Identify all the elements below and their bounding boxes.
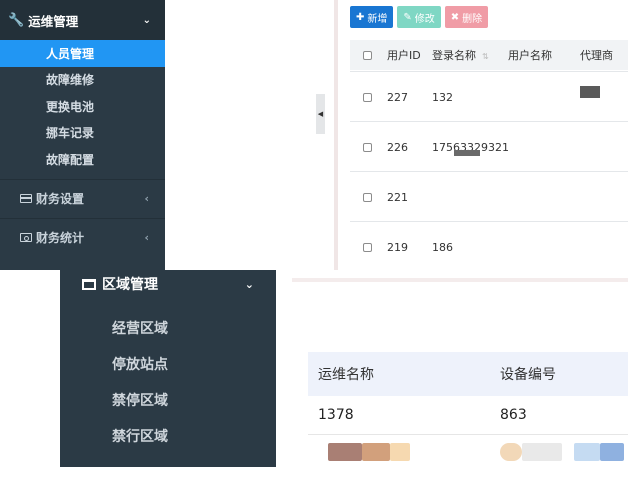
redacted-block	[600, 443, 624, 461]
sidebar-region: 区域管理 ⌄ 经营区域 停放站点 禁停区域 禁行区域	[60, 270, 276, 467]
sidebar-collapse-toggle[interactable]: ◀	[316, 94, 325, 134]
cell-login-name: 132	[432, 90, 453, 104]
sidebar-group-label: 财务统计	[36, 231, 85, 245]
redacted-block	[580, 86, 600, 98]
table-header: 运维名称 设备编号	[308, 352, 628, 396]
col-operator-name[interactable]: 运维名称	[318, 364, 374, 384]
cell-operator-name: 1378	[318, 407, 354, 423]
sidebar-operations: 🔧 运维管理 ⌄ 人员管理 故障维修 更换电池 挪车记录 故障配置 财务设置 ‹…	[0, 0, 165, 270]
redacted-block	[454, 150, 480, 156]
table-row[interactable]: 221	[350, 171, 628, 222]
plus-icon: ✚	[356, 11, 365, 23]
redacted-row	[308, 434, 628, 468]
chevron-left-icon: ‹	[144, 192, 149, 205]
operations-table-panel: 运维名称 设备编号 1378 863	[292, 278, 628, 481]
redacted-block	[328, 443, 362, 461]
delete-button[interactable]: ✖ 删除	[444, 6, 489, 28]
sidebar-item-parking-station[interactable]: 停放站点	[60, 346, 276, 382]
add-button-label: 新增	[367, 13, 388, 25]
sidebar-group-finance-stats[interactable]: 财务统计 ‹	[0, 217, 165, 257]
sidebar-item-operating-area[interactable]: 经营区域	[60, 310, 276, 346]
caret-left-icon: ◀	[317, 110, 324, 118]
sidebar-item-fault-config[interactable]: 故障配置	[0, 146, 165, 173]
cell-login-name: 186	[432, 240, 453, 254]
sidebar-item-label: 更换电池	[46, 99, 95, 114]
sidebar-item-label: 禁行区域	[112, 429, 168, 445]
table-header: 用户ID 登录名称 ⇅ 用户名称 代理商	[350, 40, 628, 70]
menu-title: 运维管理	[28, 13, 79, 29]
credit-card-icon	[20, 194, 32, 203]
table-row[interactable]: 227 132	[350, 71, 628, 122]
table-row[interactable]: 1378 863	[308, 396, 628, 435]
window-icon	[82, 278, 96, 290]
redacted-block	[390, 443, 410, 461]
menu-header-operations[interactable]: 🔧 运维管理 ⌄	[0, 0, 165, 40]
col-agent[interactable]: 代理商	[580, 47, 613, 63]
cell-user-id: 221	[387, 190, 408, 204]
cell-user-id: 227	[387, 90, 408, 104]
sidebar-item-battery-swap[interactable]: 更换电池	[0, 93, 165, 120]
menu-header-region[interactable]: 区域管理 ⌄	[60, 270, 276, 298]
sidebar-item-fault-repair[interactable]: 故障维修	[0, 67, 165, 94]
sidebar-item-no-entry-area[interactable]: 禁行区域	[60, 418, 276, 454]
cell-device-number: 863	[500, 407, 527, 423]
col-user-name[interactable]: 用户名称	[508, 47, 552, 63]
sidebar-item-label: 人员管理	[46, 46, 95, 61]
sidebar-group-finance-settings[interactable]: 财务设置 ‹	[0, 178, 165, 218]
chevron-down-icon: ⌄	[142, 14, 151, 26]
col-login-name[interactable]: 登录名称 ⇅	[432, 47, 489, 63]
sort-icon: ⇅	[482, 52, 489, 61]
sidebar-group-label: 财务设置	[36, 192, 85, 206]
redacted-block	[362, 443, 390, 461]
row-checkbox[interactable]	[363, 242, 372, 252]
row-checkbox[interactable]	[363, 192, 372, 202]
col-login-label: 登录名称	[432, 49, 476, 62]
col-device-number[interactable]: 设备编号	[500, 364, 556, 384]
sidebar-item-label: 经营区域	[112, 321, 168, 337]
sidebar-item-personnel[interactable]: 人员管理	[0, 40, 165, 67]
redacted-block	[574, 443, 600, 461]
col-user-id[interactable]: 用户ID	[387, 47, 421, 63]
menu-title: 区域管理	[102, 277, 158, 293]
sidebar-item-label: 禁停区域	[112, 393, 168, 409]
redacted-block	[522, 443, 562, 461]
add-button[interactable]: ✚ 新增	[350, 6, 394, 28]
edit-icon: ✎	[403, 11, 412, 23]
sidebar-item-label: 故障维修	[46, 73, 95, 88]
chevron-down-icon: ⌄	[244, 277, 254, 291]
table-toolbar: ✚ 新增 ✎ 修改 ✖ 删除	[350, 6, 489, 28]
sidebar-item-move-record[interactable]: 挪车记录	[0, 120, 165, 147]
delete-button-label: 删除	[462, 13, 483, 25]
select-all-checkbox[interactable]	[363, 50, 372, 60]
row-checkbox[interactable]	[363, 92, 372, 102]
table-row[interactable]: 226 17563329321	[350, 121, 628, 172]
edit-button-label: 修改	[414, 13, 435, 25]
sidebar-item-label: 故障配置	[46, 152, 95, 167]
sidebar-item-label: 停放站点	[112, 357, 168, 373]
sidebar-item-label: 挪车记录	[46, 126, 95, 141]
close-icon: ✖	[450, 11, 460, 23]
money-icon	[20, 233, 32, 242]
row-checkbox[interactable]	[363, 142, 372, 152]
cell-user-id: 219	[387, 240, 408, 254]
chevron-left-icon: ‹	[144, 231, 149, 244]
wrench-icon: 🔧	[8, 12, 25, 28]
table-row[interactable]: 219 186	[350, 221, 628, 272]
cell-user-id: 226	[387, 140, 408, 154]
user-table-panel: ✚ 新增 ✎ 修改 ✖ 删除 用户ID 登录名称 ⇅ 用户名称 代理商 227 132 …	[334, 0, 628, 270]
sidebar-item-no-parking-area[interactable]: 禁停区域	[60, 382, 276, 418]
edit-button[interactable]: ✎ 修改	[397, 6, 441, 28]
redacted-block	[500, 443, 522, 461]
